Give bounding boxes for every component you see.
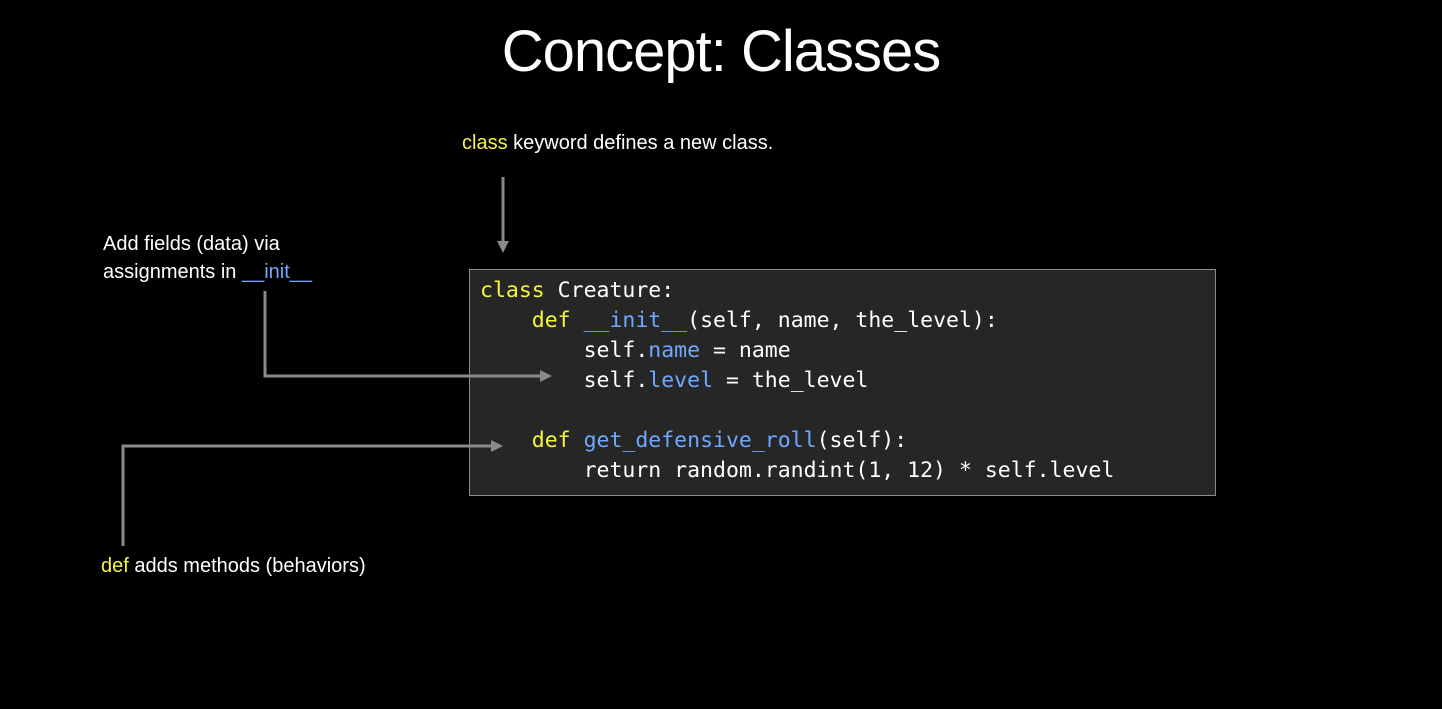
code-keyword: def bbox=[531, 308, 571, 333]
code-text: Creature: bbox=[544, 278, 675, 303]
fields-note-prefix: assignments in bbox=[103, 261, 242, 283]
code-text: = name bbox=[700, 338, 791, 363]
def-keyword-note: def adds methods (behaviors) bbox=[101, 552, 366, 580]
def-note-text: adds methods (behaviors) bbox=[128, 555, 366, 577]
def-keyword: def bbox=[101, 555, 129, 577]
class-keyword-note: class keyword defines a new class. bbox=[462, 129, 773, 157]
code-line-2: def __init__(self, name, the_level): bbox=[480, 306, 998, 336]
code-line-3: self.name = name bbox=[480, 336, 791, 366]
code-text: return random.randint(1, 12) * self.leve… bbox=[583, 458, 1115, 483]
code-line-7: return random.randint(1, 12) * self.leve… bbox=[480, 456, 1115, 486]
code-text: self. bbox=[583, 368, 649, 393]
code-keyword: def bbox=[531, 428, 571, 453]
code-text: (self, name, the_level): bbox=[687, 308, 998, 333]
code-function-name: __init__ bbox=[583, 308, 688, 333]
class-keyword: class bbox=[462, 132, 508, 154]
fields-note-line2: assignments in __init__ bbox=[103, 258, 312, 286]
code-block: class Creature: def __init__(self, name,… bbox=[469, 269, 1216, 496]
code-line-4: self.level = the_level bbox=[480, 366, 869, 396]
fields-note: Add fields (data) via assignments in __i… bbox=[103, 230, 312, 286]
code-field-name: level bbox=[648, 368, 714, 393]
def-arrow-line bbox=[121, 444, 493, 546]
slide-title: Concept: Classes bbox=[501, 19, 942, 84]
code-text: = the_level bbox=[713, 368, 869, 393]
slide: Concept: Classes class keyword defines a… bbox=[0, 0, 1442, 709]
class-note-text: keyword defines a new class. bbox=[507, 132, 774, 154]
class-arrow-head bbox=[497, 241, 509, 253]
code-field-name: name bbox=[648, 338, 701, 363]
code-keyword: class bbox=[480, 278, 545, 303]
code-line-1: class Creature: bbox=[480, 276, 674, 306]
code-line-6: def get_defensive_roll(self): bbox=[480, 426, 907, 456]
code-text: self. bbox=[583, 338, 649, 363]
code-text: (self): bbox=[816, 428, 908, 453]
init-word: __init__ bbox=[241, 261, 313, 283]
code-function-name: get_defensive_roll bbox=[583, 428, 817, 453]
fields-note-line1: Add fields (data) via bbox=[103, 233, 280, 255]
